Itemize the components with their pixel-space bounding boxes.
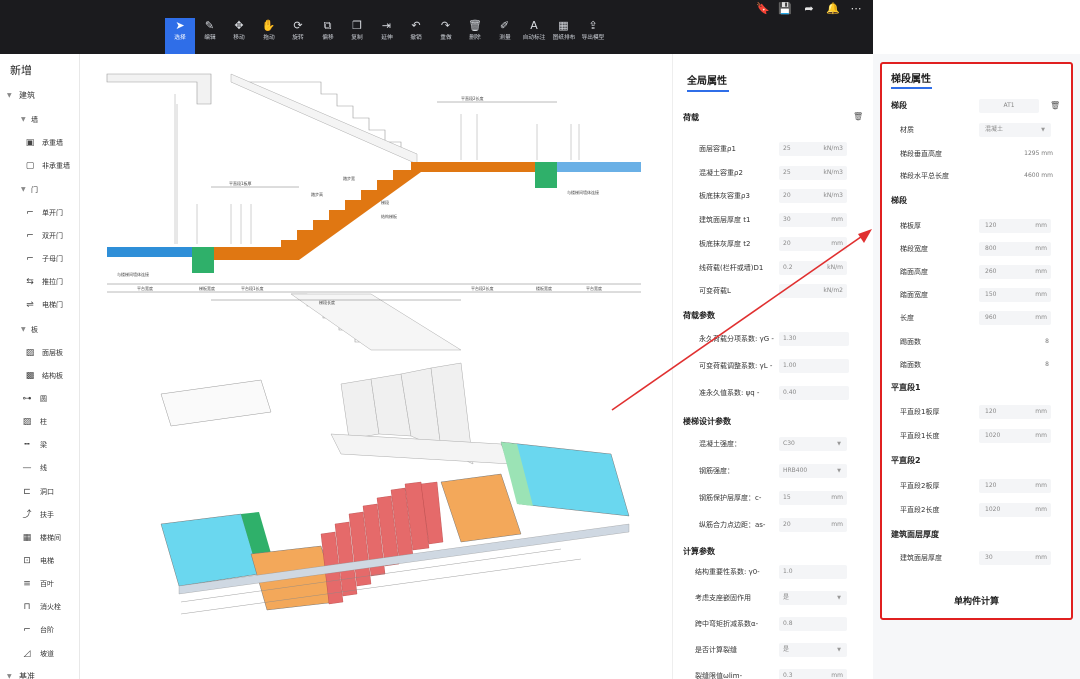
app-window: ➤ 选择 ✎ 编辑 ✥ 移动 ✋ 拖动 ⟳ 旋转 ⧉ 偏移 ❐ 复制 ⇥ 延伸 ↶ 撤销 ↷ 重做 🗑 删除 ✐ 测量 A 自动标… (0, 0, 1080, 679)
red-arrow-head (858, 229, 872, 243)
annotation-arrow-layer (611, 229, 872, 411)
red-arrow-line (611, 231, 869, 411)
